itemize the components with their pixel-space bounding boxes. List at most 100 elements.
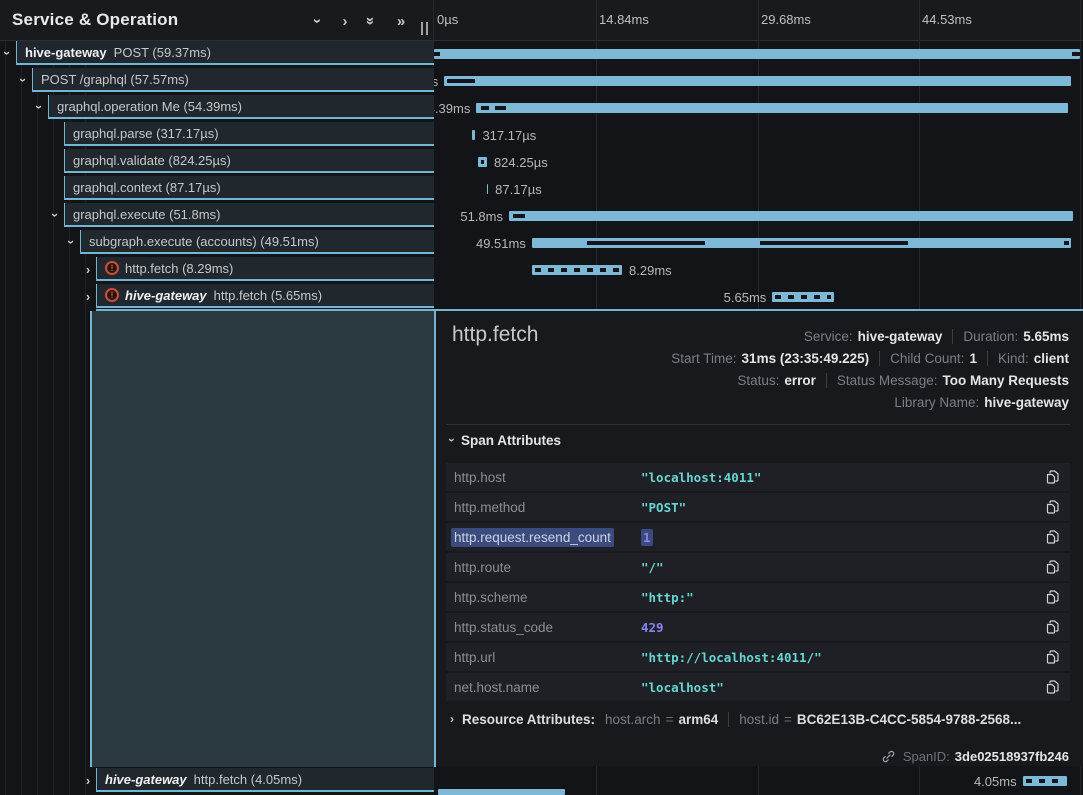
meta-label: Library Name:	[894, 395, 979, 410]
span-tree-row[interactable]: !http.fetch (8.29ms)›	[0, 257, 434, 284]
span-duration-bar[interactable]	[532, 265, 622, 275]
span-tree-row[interactable]: POST /graphql (57.57ms)›	[0, 68, 434, 95]
span-duration-bar[interactable]	[532, 238, 1071, 248]
span-row-box[interactable]: graphql.parse (317.17µs)	[64, 122, 434, 146]
span-row-box[interactable]: POST /graphql (57.57ms)	[32, 68, 434, 92]
bar-duration-label: 5.65ms	[724, 284, 767, 311]
attribute-value: "POST"	[641, 500, 686, 515]
attribute-key: http.url	[454, 650, 495, 665]
chevron-right-icon[interactable]: ›	[81, 285, 95, 307]
span-row-box[interactable]: graphql.operation Me (54.39ms)	[48, 95, 434, 119]
ruler-tick-label: 0µs	[437, 12, 458, 27]
span-duration-bar[interactable]	[472, 130, 475, 140]
span-operation-label: graphql.operation Me (54.39ms)	[57, 99, 242, 114]
next-span-bar-partial[interactable]	[438, 789, 565, 795]
span-row-box[interactable]: graphql.execute (51.8ms)	[64, 203, 434, 227]
error-status-icon: !	[105, 288, 119, 302]
meta-label: Child Count:	[890, 351, 964, 366]
double-chevron-right-icon[interactable]: »	[391, 11, 411, 31]
attribute-key: http.request.resend_count	[454, 530, 611, 545]
selected-span-children-area	[90, 311, 436, 767]
copy-icon[interactable]	[1043, 678, 1061, 696]
span-row-box[interactable]: graphql.validate (824.25µs)	[64, 149, 434, 173]
chevron-down-icon[interactable]: ›	[61, 235, 83, 249]
span-tree-row[interactable]: graphql.parse (317.17µs)	[0, 122, 434, 149]
span-attributes-header[interactable]: › Span Attributes	[450, 431, 561, 449]
copy-icon[interactable]	[1043, 618, 1061, 636]
span-id-row: SpanID: 3de02518937fb246	[881, 747, 1069, 765]
span-duration-bar[interactable]	[444, 76, 1070, 86]
chevron-right-icon[interactable]: ›	[81, 258, 95, 280]
meta-divider	[987, 351, 988, 366]
span-row-box[interactable]: !http.fetch (8.29ms)	[96, 257, 434, 281]
bar-duration-label: 87.17µs	[495, 176, 542, 203]
bar-child-gap-mark	[513, 214, 525, 218]
attribute-value: 429	[641, 620, 664, 635]
bar-child-gap-mark	[1072, 52, 1080, 56]
span-row-box[interactable]: graphql.context (87.17µs)	[64, 176, 434, 200]
double-chevron-down-icon[interactable]: »	[361, 11, 381, 31]
span-row-box[interactable]: subgraph.execute (accounts) (49.51ms)	[80, 230, 434, 254]
spanid-label: SpanID:	[903, 749, 950, 764]
service-name: hive-gateway	[125, 288, 207, 303]
equals-sign: =	[666, 712, 674, 727]
resource-attributes-row[interactable]: › Resource Attributes: host.arch=arm64ho…	[450, 709, 1021, 729]
span-row-box[interactable]: hive-gatewayhttp.fetch (4.05ms)	[96, 768, 434, 792]
meta-value: hive-gateway	[984, 395, 1069, 410]
span-tree-row[interactable]: hive-gatewayhttp.fetch (4.05ms)›	[0, 768, 434, 795]
resource-key: host.id	[739, 712, 779, 727]
attribute-key: net.host.name	[454, 680, 540, 695]
span-row-box[interactable]: hive-gatewayPOST (59.37ms)	[16, 41, 434, 65]
bar-child-gap-mark	[495, 106, 506, 110]
chevron-down-icon[interactable]: ›	[0, 46, 19, 60]
span-tree-row[interactable]: !hive-gatewayhttp.fetch (5.65ms)›	[0, 284, 434, 311]
copy-icon[interactable]	[1043, 588, 1061, 606]
meta-value: 1	[969, 351, 977, 366]
span-tree-row[interactable]: graphql.context (87.17µs)	[0, 176, 434, 203]
span-tree-row[interactable]: graphql.execute (51.8ms)›	[0, 203, 434, 230]
span-duration-bar[interactable]	[1023, 776, 1067, 786]
error-status-icon: !	[105, 261, 119, 275]
panel-resize-handle[interactable]	[421, 22, 433, 35]
bar-duration-label: 8.29ms	[629, 257, 672, 284]
attribute-key: http.host	[454, 470, 506, 485]
service-name: hive-gateway	[105, 772, 187, 787]
resource-value: BC62E13B-C4CC-5854-9788-2568...	[797, 712, 1021, 727]
span-row-box[interactable]: !hive-gatewayhttp.fetch (5.65ms)	[96, 284, 434, 308]
copy-icon[interactable]	[1043, 558, 1061, 576]
span-duration-bar[interactable]	[487, 184, 489, 194]
span-duration-bar[interactable]	[509, 211, 1073, 221]
span-tree-row[interactable]: subgraph.execute (accounts) (49.51ms)›	[0, 230, 434, 257]
ruler-tick-label: 44.53ms	[922, 12, 972, 27]
chevron-right-icon: ›	[450, 712, 454, 726]
attribute-row: http.host"localhost:4011"	[446, 463, 1070, 491]
span-tree-row[interactable]: hive-gatewayPOST (59.37ms)›	[0, 41, 434, 68]
bar-child-gap-mark	[481, 106, 489, 110]
meta-label: Status:	[737, 373, 779, 388]
chevron-right-icon[interactable]: ›	[335, 11, 355, 31]
span-duration-bar[interactable]	[772, 292, 833, 302]
span-tree-row[interactable]: graphql.operation Me (54.39ms) ›	[0, 95, 434, 122]
chevron-right-icon[interactable]: ›	[81, 769, 95, 791]
span-duration-bar[interactable]	[476, 103, 1068, 113]
meta-label: Kind:	[998, 351, 1029, 366]
span-duration-bar[interactable]	[478, 157, 487, 167]
chevron-down-icon[interactable]: ›	[29, 100, 51, 114]
meta-label: Start Time:	[671, 351, 736, 366]
bar-child-gap-mark	[1064, 241, 1069, 245]
header-divider	[433, 0, 434, 41]
chevron-down-icon[interactable]: ›	[13, 73, 35, 87]
ruler-tick-label: 29.68ms	[761, 12, 811, 27]
chevron-down-icon[interactable]: ›	[308, 11, 328, 31]
meta-label: Service:	[804, 329, 853, 344]
trace-viewer: Service & Operation 0µs14.84ms29.68ms44.…	[0, 0, 1083, 795]
copy-icon[interactable]	[1043, 468, 1061, 486]
copy-icon[interactable]	[1043, 528, 1061, 546]
copy-icon[interactable]	[1043, 648, 1061, 666]
copy-icon[interactable]	[1043, 498, 1061, 516]
attribute-row: http.url"http://localhost:4011/"	[446, 643, 1070, 671]
span-duration-bar[interactable]	[434, 49, 1080, 59]
spanid-value: 3de02518937fb246	[955, 749, 1069, 764]
span-tree-row[interactable]: graphql.validate (824.25µs)	[0, 149, 434, 176]
chevron-down-icon[interactable]: ›	[45, 208, 67, 222]
